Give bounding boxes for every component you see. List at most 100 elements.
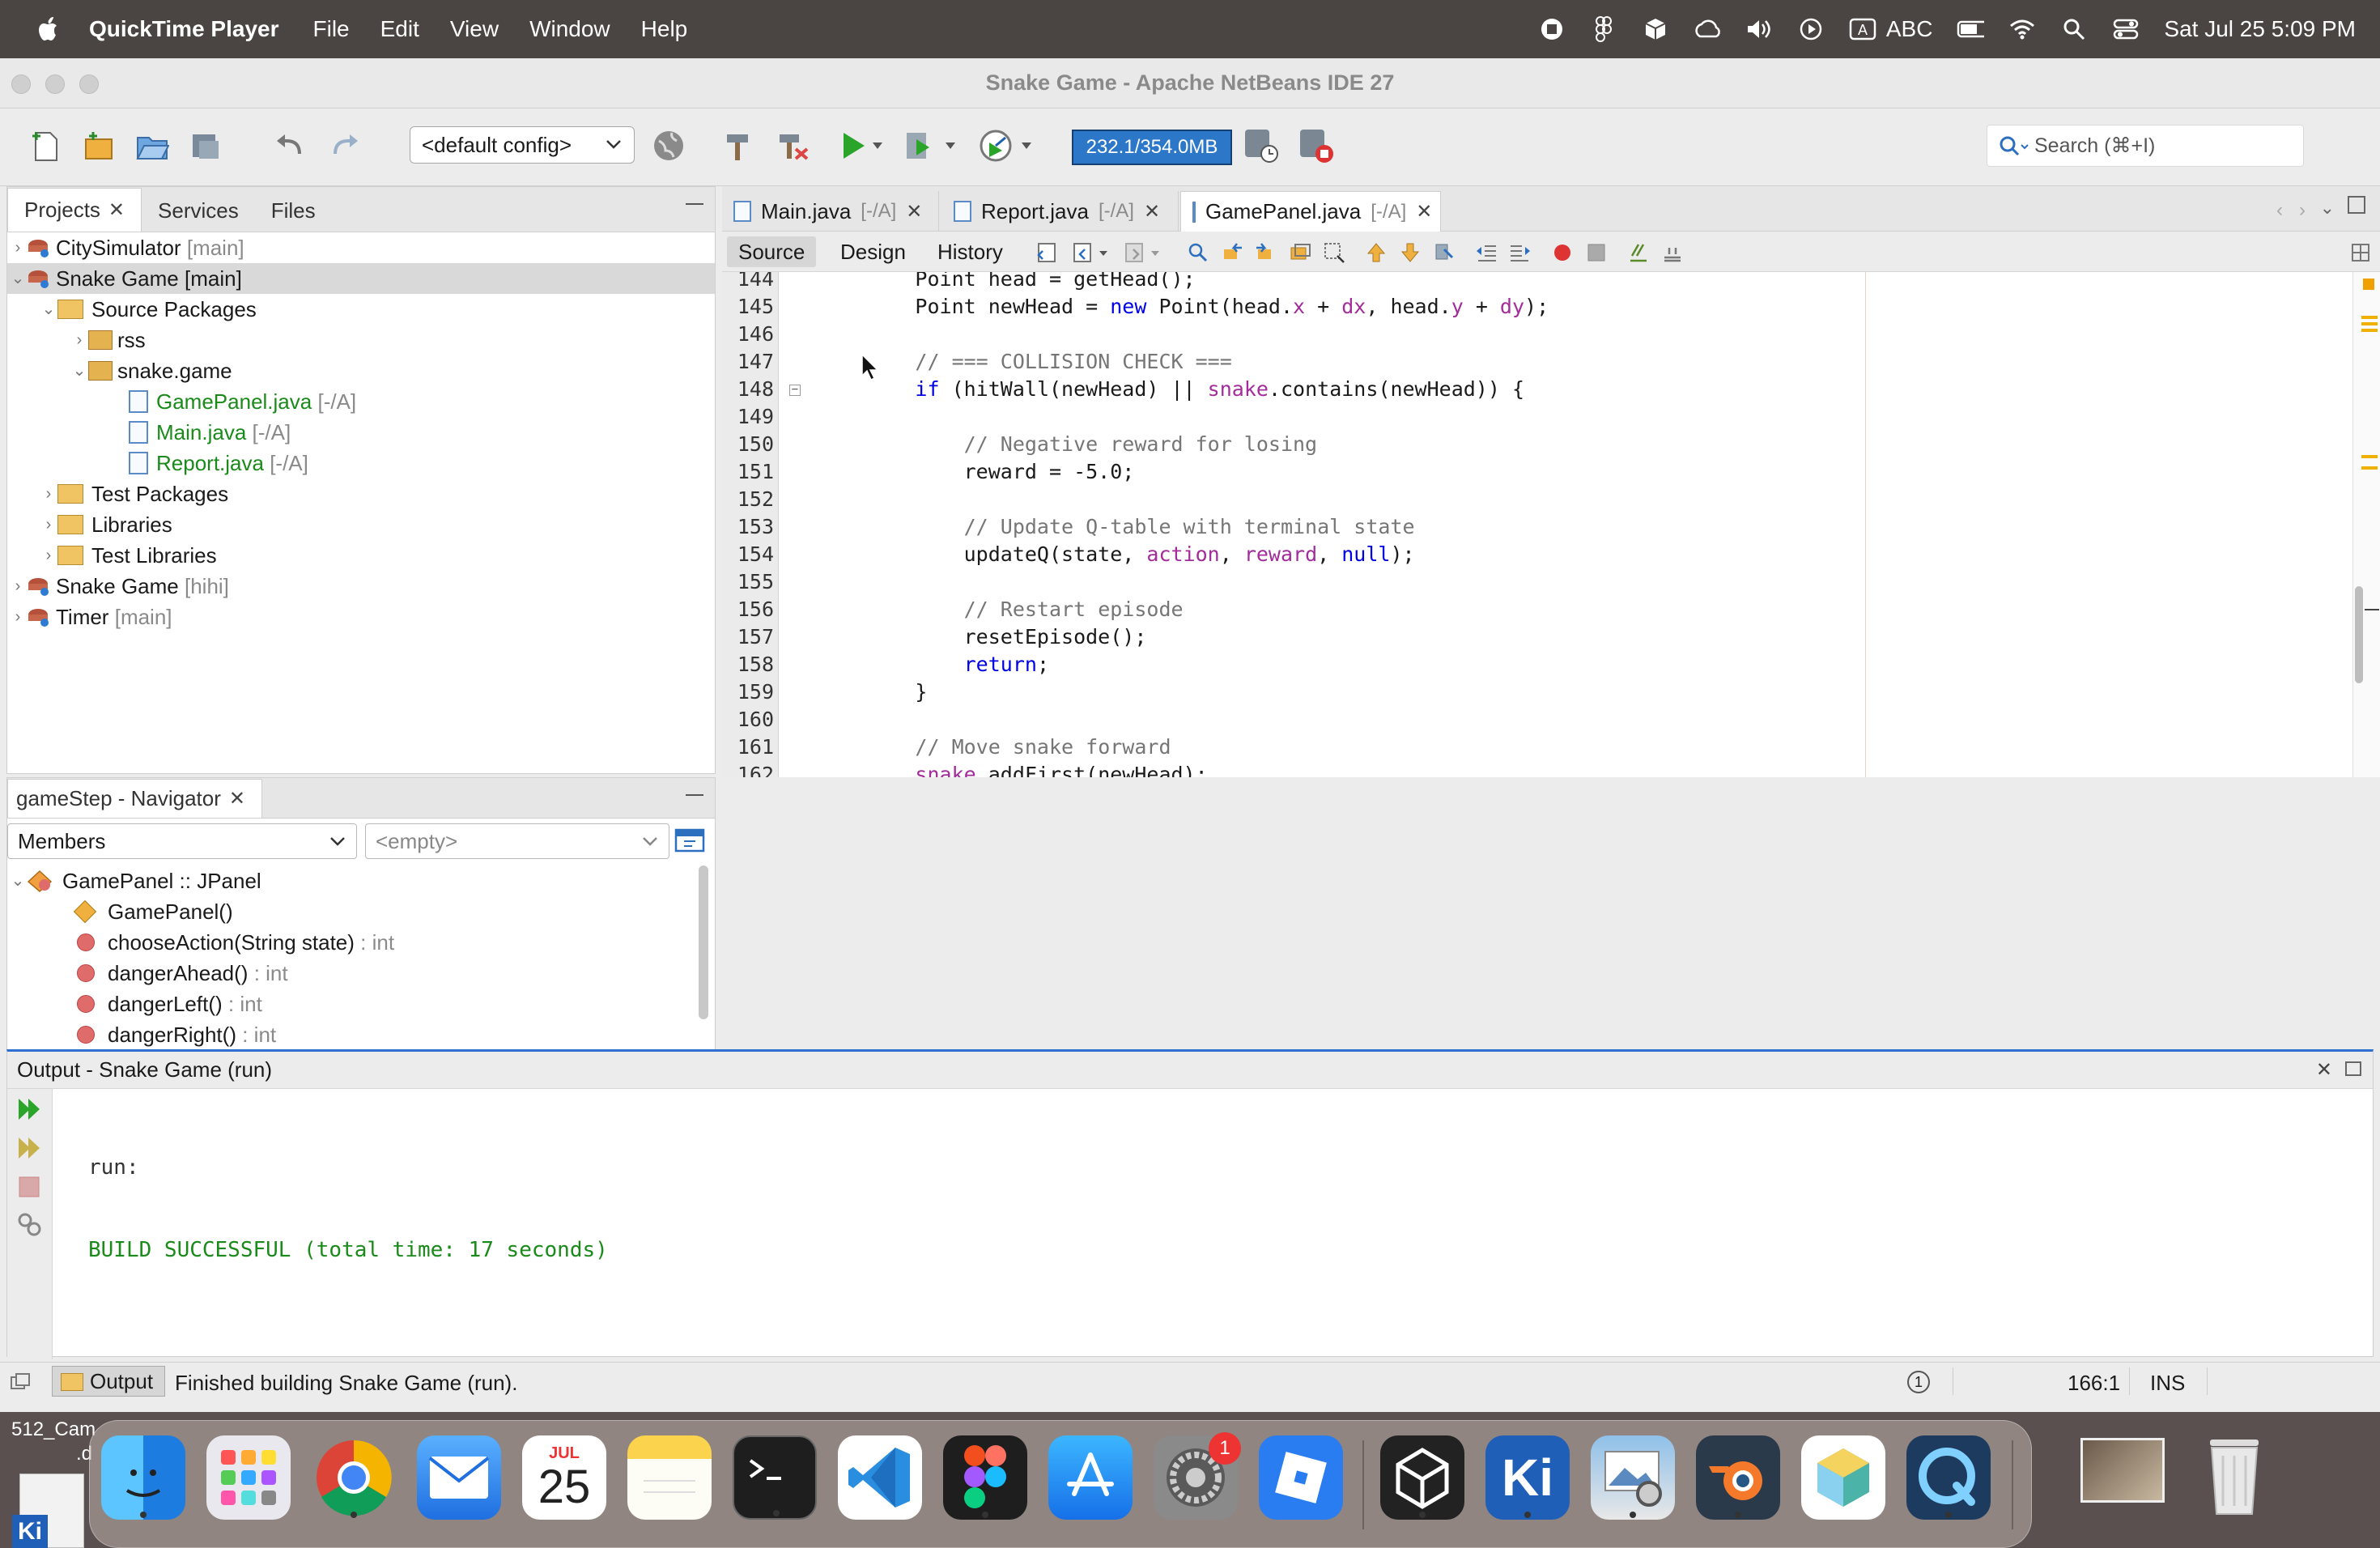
close-icon[interactable]: ✕ xyxy=(1416,200,1432,223)
build-hammer-icon[interactable] xyxy=(719,126,758,165)
profile-project-icon[interactable] xyxy=(976,126,1015,165)
redo-icon[interactable] xyxy=(325,126,364,165)
minimize-window-button[interactable] xyxy=(45,74,65,94)
debug-dropdown-icon[interactable] xyxy=(939,126,962,165)
cloud-sync-icon[interactable] xyxy=(1694,15,1721,43)
code-line[interactable]: resetEpisode(); xyxy=(818,623,1147,651)
cube-icon[interactable] xyxy=(1642,15,1669,43)
notifications-icon[interactable]: 1 xyxy=(1907,1371,1930,1393)
caret-position[interactable]: 166:1 xyxy=(2068,1371,2120,1396)
output-text[interactable]: run: BUILD SUCCESSFUL (total time: 17 se… xyxy=(88,1099,608,1319)
dock-app-chrome[interactable] xyxy=(312,1435,396,1520)
tab-projects[interactable]: Projects ✕ xyxy=(7,188,142,232)
new-project-icon[interactable] xyxy=(79,126,118,165)
minimized-windows-icon[interactable] xyxy=(10,1372,31,1392)
dock-app-finder[interactable] xyxy=(101,1435,185,1520)
start-macro-recording-icon[interactable] xyxy=(1551,241,1574,264)
desktop-file-icon[interactable]: Ki xyxy=(12,1474,84,1548)
dock-app-calendar[interactable]: JUL 25 xyxy=(522,1435,606,1520)
stop-macro-recording-icon[interactable] xyxy=(1585,241,1608,264)
error-stripe-mark[interactable] xyxy=(2361,316,2378,319)
navigator-member[interactable]: dangerRight() : int xyxy=(7,1019,276,1050)
error-stripe-mark[interactable] xyxy=(2361,322,2378,325)
screen-record-icon[interactable] xyxy=(1538,15,1566,43)
toggle-rectangular-selection-icon[interactable] xyxy=(1323,241,1345,264)
tree-node-test-packages[interactable]: › Test Packages xyxy=(7,478,228,509)
menu-edit[interactable]: Edit xyxy=(380,16,419,42)
chevron-down-icon[interactable]: ⌄ xyxy=(9,263,27,294)
navigator-member[interactable]: dangerLeft() : int xyxy=(7,989,262,1019)
shift-right-icon[interactable] xyxy=(1509,241,1532,264)
tree-node-test-libraries[interactable]: › Test Libraries xyxy=(7,540,217,571)
code-line[interactable]: updateQ(state, action, reward, null); xyxy=(818,541,1415,568)
desktop-file-label[interactable]: 512_Cam xyxy=(11,1418,96,1441)
insert-mode-indicator[interactable]: INS xyxy=(2150,1371,2185,1396)
code-line[interactable]: // Negative reward for losing xyxy=(818,431,1318,458)
dock-app-system-settings[interactable]: 1 xyxy=(1154,1432,1241,1520)
close-window-button[interactable] xyxy=(11,74,31,94)
scroll-tabs-right-icon[interactable]: › xyxy=(2299,199,2306,222)
tree-node-snake-game[interactable]: ⌄ Snake Game [main] xyxy=(7,263,715,294)
globe-icon[interactable] xyxy=(649,126,688,165)
view-tab-source[interactable]: Source xyxy=(727,236,817,267)
rerun-icon[interactable] xyxy=(15,1095,43,1123)
memory-usage-indicator[interactable]: 232.1/354.0MB xyxy=(1072,130,1232,165)
code-line[interactable]: return; xyxy=(818,651,1049,678)
tree-node-snake-game-hihi[interactable]: › Snake Game [hihi] xyxy=(7,571,229,602)
editor-tab-report-java[interactable]: Report.java [-/A] ✕ xyxy=(942,191,1179,232)
chevron-down-icon[interactable]: ⌄ xyxy=(9,865,27,896)
chevron-right-icon[interactable]: › xyxy=(9,571,27,602)
editor-tab-main-java[interactable]: Main.java [-/A] ✕ xyxy=(722,191,939,232)
line-number[interactable]: 160 xyxy=(722,706,777,734)
tree-node-timer[interactable]: › Timer [main] xyxy=(7,602,172,632)
play-circle-icon[interactable] xyxy=(1797,15,1825,43)
output-minimized-tab[interactable]: Output xyxy=(52,1366,166,1397)
minimize-panel-button[interactable] xyxy=(686,203,703,205)
navigator-scrollbar[interactable] xyxy=(699,865,708,1019)
maximize-editor-icon[interactable] xyxy=(2348,196,2365,214)
error-stripe-mark[interactable] xyxy=(2361,466,2378,470)
back-dropdown-icon[interactable] xyxy=(1098,241,1109,264)
chevron-right-icon[interactable]: › xyxy=(9,602,27,632)
line-number[interactable]: 151 xyxy=(722,458,777,486)
rerun-with-args-icon[interactable] xyxy=(15,1134,43,1162)
battery-icon[interactable] xyxy=(1957,15,1985,43)
open-project-icon[interactable] xyxy=(133,126,172,165)
line-number[interactable]: 147 xyxy=(722,348,777,376)
find-selection-icon[interactable] xyxy=(1187,241,1209,264)
menu-file[interactable]: File xyxy=(313,16,350,42)
navigator-sync-icon[interactable] xyxy=(673,827,708,856)
tab-files[interactable]: Files xyxy=(255,189,332,232)
window-titlebar[interactable]: Snake Game - Apache NetBeans IDE 27 xyxy=(0,58,2380,108)
uncomment-icon[interactable] xyxy=(1661,241,1684,264)
dock-app-figma[interactable] xyxy=(943,1435,1027,1520)
line-number[interactable]: 158 xyxy=(722,651,777,678)
zoom-window-button[interactable] xyxy=(79,74,99,94)
line-number[interactable]: 149 xyxy=(722,403,777,431)
line-number[interactable]: 145 xyxy=(722,293,777,321)
line-number[interactable]: 162 xyxy=(722,761,777,777)
view-tab-history[interactable]: History xyxy=(926,236,1014,267)
error-stripe-status-icon[interactable] xyxy=(2363,279,2374,290)
tree-node-citysimulator[interactable]: › CitySimulator [main] xyxy=(7,232,715,263)
line-number[interactable]: 159 xyxy=(722,678,777,706)
close-icon[interactable]: ✕ xyxy=(906,200,922,223)
clean-build-icon[interactable] xyxy=(774,126,813,165)
code-line[interactable]: reward = -5.0; xyxy=(818,458,1135,486)
find-next-icon[interactable] xyxy=(1255,241,1277,264)
tree-node-rss[interactable]: › rss xyxy=(7,325,146,355)
chevron-down-icon[interactable]: ⌄ xyxy=(70,355,88,386)
tab-navigator[interactable]: gameStep - Navigator ✕ xyxy=(7,779,263,818)
dock-trash[interactable] xyxy=(2195,1428,2273,1519)
menubar-clock[interactable]: Sat Jul 25 5:09 PM xyxy=(2164,16,2356,42)
dock-app-sketch[interactable] xyxy=(1801,1435,1885,1520)
undo-icon[interactable] xyxy=(270,126,309,165)
toggle-bookmark-icon[interactable] xyxy=(1433,241,1456,264)
chevron-right-icon[interactable]: › xyxy=(9,232,27,263)
ide-search-field[interactable]: Search (⌘+I) xyxy=(1987,125,2304,167)
last-edit-icon[interactable] xyxy=(1036,241,1059,264)
volume-icon[interactable] xyxy=(1745,15,1773,43)
input-source-label[interactable]: ABC xyxy=(1886,16,1933,42)
chevron-right-icon[interactable]: › xyxy=(70,325,88,355)
line-number[interactable]: 157 xyxy=(722,623,777,651)
